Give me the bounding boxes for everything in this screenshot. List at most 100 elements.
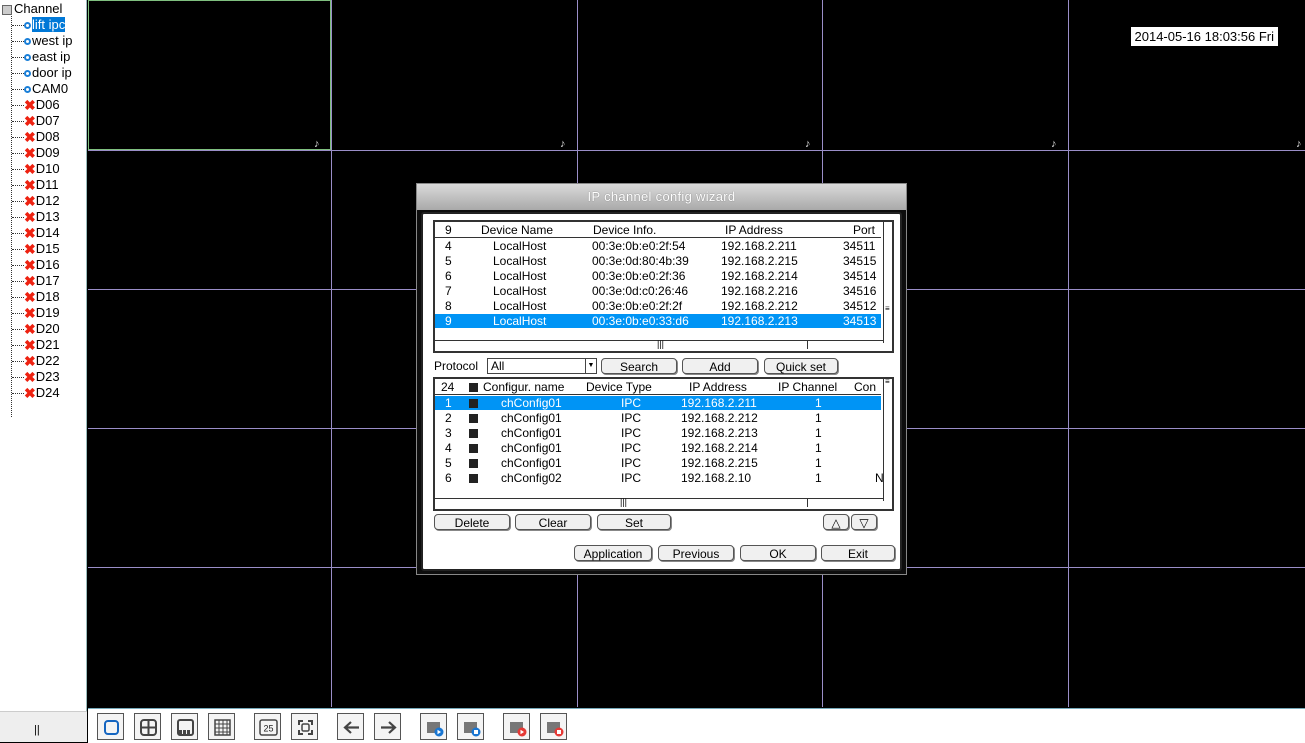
selected-video-cell[interactable] [88,0,331,150]
channel-item[interactable]: ✖D20 [12,321,84,336]
fullscreen-button[interactable] [291,713,318,740]
channel-item[interactable]: west ip [12,33,84,48]
table-row[interactable]: 5 chConfig01 IPC 192.168.2.215 1 [435,456,881,470]
channel-item[interactable]: ✖D10 [12,161,84,176]
table-row[interactable]: 3 chConfig01 IPC 192.168.2.213 1 [435,426,881,440]
table-row[interactable]: 5 LocalHost 00:3e:0d:80:4b:39 192.168.2.215… [435,254,881,268]
row-checkbox[interactable] [469,396,478,410]
disconnected-icon: ✖ [24,97,36,112]
channel-label: D11 [35,177,59,192]
move-down-button[interactable]: ▽ [851,514,877,530]
channel-item[interactable]: CAM0 [12,81,84,96]
channel-item[interactable]: ✖D14 [12,225,84,240]
col-ip-address[interactable]: IP Address [725,223,783,237]
cell-name: LocalHost [493,254,547,268]
table-row[interactable]: 8 LocalHost 00:3e:0b:e0:2f:2f 192.168.2.212… [435,299,881,313]
row-checkbox[interactable] [469,456,478,470]
stop-record-button[interactable] [540,713,567,740]
quick-set-button[interactable]: Quick set [764,358,838,374]
channel-item[interactable]: ✖D24 [12,385,84,400]
search-results-table: 9 Device Name Device Info. IP Address Po… [433,220,894,353]
next-page-button[interactable] [374,713,401,740]
channel-item[interactable]: door ip [12,65,84,80]
row-checkbox[interactable] [469,441,478,455]
ok-button[interactable]: OK [740,545,816,561]
channel-item[interactable]: ✖D21 [12,337,84,352]
clear-button[interactable]: Clear [515,514,591,530]
table-row[interactable]: 6 chConfig02 IPC 192.168.2.10 1 N [435,471,884,485]
channel-item[interactable]: ✖D19 [12,305,84,320]
config-vscrollbar[interactable]: ≡ [883,379,892,501]
channel-item[interactable]: ✖D18 [12,289,84,304]
add-button[interactable]: Add [682,358,758,374]
cell-info: 00:3e:0d:c0:26:46 [592,284,689,298]
select-all-checkbox[interactable] [469,380,478,394]
disconnected-icon: ✖ [24,161,36,176]
col-con[interactable]: Con [854,380,876,394]
cell-name: LocalHost [493,239,547,253]
table-row[interactable]: 9 LocalHost 00:3e:0b:e0:33:d6 192.168.2.213… [435,314,881,328]
channel-item[interactable]: ✖D17 [12,273,84,288]
channel-label: D16 [35,257,60,272]
cell-ip: 192.168.2.215 [681,456,758,470]
stop-playback-button[interactable] [457,713,484,740]
col-device-type[interactable]: Device Type [586,380,652,394]
col-device-name[interactable]: Device Name [481,223,553,237]
results-count: 9 [445,223,452,237]
channel-item[interactable]: ✖D23 [12,369,84,384]
exit-button[interactable]: Exit [821,545,895,561]
start-playback-button[interactable] [420,713,447,740]
eight-view-button[interactable] [171,713,198,740]
table-row[interactable]: 2 chConfig01 IPC 192.168.2.212 1 [435,411,881,425]
table-row[interactable]: 7 LocalHost 00:3e:0d:c0:26:46 192.168.2.216… [435,284,881,298]
twentyfive-view-button[interactable]: 25 [254,713,281,740]
channel-item[interactable]: ✖D08 [12,129,84,144]
disconnected-icon: ✖ [24,113,36,128]
delete-button[interactable]: Delete [434,514,510,530]
sixteen-view-button[interactable] [208,713,235,740]
table-row[interactable]: 6 LocalHost 00:3e:0b:e0:2f:36 192.168.2.214… [435,269,881,283]
channel-item[interactable]: ✖D22 [12,353,84,368]
col-ip-channel[interactable]: IP Channel [778,380,837,394]
single-view-button[interactable] [97,713,124,740]
col-config-name[interactable]: Configur. name [483,380,564,394]
channel-item[interactable]: ✖D13 [12,209,84,224]
protocol-select[interactable]: All ▼ [487,358,597,374]
table-row[interactable]: 4 LocalHost 00:3e:0b:e0:2f:54 192.168.2.211… [435,239,881,253]
channel-item[interactable]: ✖D12 [12,193,84,208]
results-hscrollbar[interactable]: ||| [435,339,883,351]
config-hscrollbar[interactable]: ||| [435,497,883,509]
channel-item[interactable]: ✖D11 [12,177,84,192]
channel-tree-root[interactable]: Channel [2,2,62,16]
start-record-button[interactable] [503,713,530,740]
channel-item[interactable]: ✖D15 [12,241,84,256]
channel-item[interactable]: ✖D16 [12,257,84,272]
move-up-button[interactable]: △ [823,514,849,530]
channel-item[interactable]: ✖D09 [12,145,84,160]
quad-view-button[interactable] [134,713,161,740]
col-device-info[interactable]: Device Info. [593,223,656,237]
col-ip-address[interactable]: IP Address [689,380,747,394]
channel-item[interactable]: ✖D06 [12,97,84,112]
row-checkbox[interactable] [469,411,478,425]
col-port[interactable]: Port [853,223,875,237]
channel-label: door ip [32,65,72,80]
splitter-grip-icon[interactable]: || [34,724,40,736]
previous-button[interactable]: Previous [658,545,734,561]
application-button[interactable]: Application [574,545,652,561]
channel-label: D07 [35,113,60,128]
results-vscrollbar[interactable]: ≡ [883,222,892,343]
search-button[interactable]: Search [601,358,677,374]
row-checkbox[interactable] [469,471,478,485]
channel-item[interactable]: ✖D07 [12,113,84,128]
cell-port: 34512 [843,299,877,313]
set-button[interactable]: Set [597,514,671,530]
table-row[interactable]: 1 chConfig01 IPC 192.168.2.211 1 [435,396,881,410]
channel-item[interactable]: east ip [12,49,84,64]
previous-page-button[interactable] [337,713,364,740]
dropdown-arrow-icon[interactable]: ▼ [585,359,596,373]
channel-item[interactable]: lift ipc [12,17,84,32]
table-row[interactable]: 4 chConfig01 IPC 192.168.2.214 1 [435,441,881,455]
row-checkbox[interactable] [469,426,478,440]
collapse-icon[interactable] [2,4,12,15]
